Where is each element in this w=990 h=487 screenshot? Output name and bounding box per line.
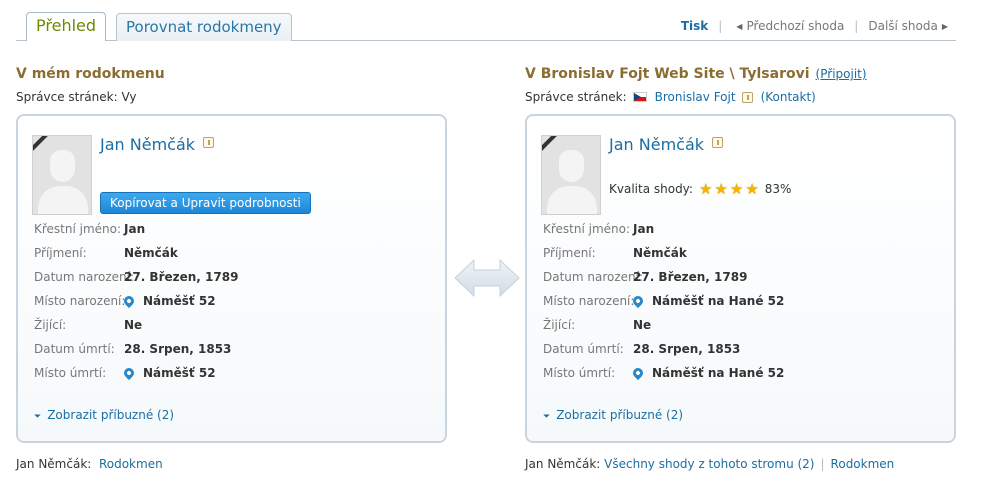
fact-label: Datum narození: [543, 270, 644, 284]
tab-overview[interactable]: Přehled [26, 12, 107, 41]
triangle-right-icon: ▶ [941, 22, 948, 31]
fact-label: Datum narození: [34, 270, 135, 284]
fact-value-place: Náměšť 52 [121, 365, 216, 381]
fact-value: Náměšť na Hané 52 [652, 294, 785, 308]
right-column-title: V Bronislav Fojt Web Site \ Tylsarovi (Př… [525, 66, 867, 82]
fact-label: Křestní jméno: [34, 222, 122, 236]
footer-person-name: Jan Němčák: [525, 457, 601, 471]
match-quality: Kvalita shody: ★ ★ ★ ★ 83% [609, 180, 791, 198]
fact-label: Příjmení: [34, 246, 87, 260]
person-name[interactable]: Jan Němčák [100, 135, 215, 154]
chevron-down-icon: ⏷ [543, 412, 551, 422]
contact-link[interactable]: (Kontakt) [761, 90, 816, 104]
person-name-text: Jan Němčák [609, 135, 705, 154]
fact-label: Místo úmrtí: [34, 366, 107, 380]
fact-value: Jan [124, 222, 146, 236]
separator: | [854, 19, 859, 33]
fact-label: Křestní jméno: [543, 222, 631, 236]
triangle-left-icon: ◀ [736, 22, 743, 31]
right-footer: Jan Němčák: Všechny shody z tohoto strom… [525, 457, 894, 471]
avatar [32, 135, 92, 215]
previous-match-label: Předchozí shoda [746, 19, 845, 33]
fact-value-place: Náměšť 52 [121, 293, 216, 309]
fact-label: Místo narození: [34, 294, 126, 308]
fact-value: 28. Srpen, 1853 [633, 342, 741, 356]
avatar [541, 135, 601, 215]
double-arrow-icon [454, 258, 520, 298]
next-match-label: Další shoda [868, 19, 938, 33]
top-links: Tisk | ◀ Předchozí shoda | Další shoda ▶ [681, 19, 952, 33]
info-icon [712, 137, 724, 148]
right-title-text: V Bronislav Fojt Web Site \ Tylsarovi [525, 66, 810, 82]
manager-label: Správce stránek: [525, 90, 627, 104]
fact-value: 27. Březen, 1789 [124, 270, 239, 284]
star-icon: ★ [729, 180, 744, 198]
right-manager: Správce stránek: Bronislav Fojt (Kontakt… [525, 90, 816, 104]
left-person-card: Jan Němčák Kopírovat a Upravit podrobnos… [16, 114, 447, 443]
fact-value: Ne [633, 318, 652, 332]
pin-icon [630, 293, 646, 309]
fact-value: Náměšť 52 [143, 366, 216, 380]
tab-compare-trees[interactable]: Porovnat rodokmeny [116, 13, 292, 41]
star-icon: ★ [745, 180, 759, 198]
copy-edit-button[interactable]: Kopírovat a Upravit podrobnosti [100, 192, 311, 214]
show-relatives-link[interactable]: ⏷ Zobrazit příbuzné (2) [543, 408, 683, 422]
fact-label: Datum úmrtí: [543, 342, 624, 356]
pin-icon [630, 365, 646, 381]
manager-name-link[interactable]: Bronislav Fojt [655, 90, 736, 104]
chevron-down-icon: ⏷ [34, 412, 42, 422]
fact-value: Náměšť na Hané 52 [652, 366, 785, 380]
pin-icon [121, 365, 137, 381]
manager-label: Správce stránek: [16, 90, 118, 104]
info-icon [203, 137, 215, 148]
star-icon: ★ [714, 180, 728, 198]
separator: | [718, 19, 723, 33]
manager-value: Vy [121, 90, 137, 104]
fact-label: Žijící: [543, 318, 576, 332]
pin-icon [121, 293, 137, 309]
show-relatives-link[interactable]: ⏷ Zobrazit příbuzné (2) [34, 408, 174, 422]
fact-label: Místo úmrtí: [543, 366, 616, 380]
quality-percent: 83% [764, 182, 792, 196]
czech-flag-icon [632, 92, 647, 102]
left-footer: Jan Němčák: Rodokmen [16, 457, 163, 471]
previous-match-link[interactable]: ◀ Předchozí shoda [732, 19, 844, 33]
info-icon [741, 91, 753, 103]
fact-value: Němčák [633, 246, 687, 260]
all-matches-link[interactable]: Všechny shody z tohoto stromu (2) [604, 457, 814, 471]
fact-label: Žijící: [34, 318, 67, 332]
fact-label: Příjmení: [543, 246, 596, 260]
quality-label: Kvalita shody: [609, 182, 693, 196]
join-link[interactable]: (Připojit) [816, 67, 867, 81]
left-column-title: V mém rodokmenu [16, 66, 165, 82]
quality-stars: ★ ★ ★ ★ [697, 180, 759, 198]
right-person-card: Jan Němčák Kvalita shody: ★ ★ ★ ★ 83% Křest… [525, 114, 956, 443]
next-match-link[interactable]: Další shoda ▶ [868, 19, 952, 33]
fact-value-place: Náměšť na Hané 52 [630, 293, 785, 309]
fact-value: Náměšť 52 [143, 294, 216, 308]
star-icon: ★ [698, 180, 713, 198]
separator: | [820, 457, 825, 471]
person-name-text: Jan Němčák [100, 135, 196, 154]
family-tree-link[interactable]: Rodokmen [831, 457, 895, 471]
fact-value: Ne [124, 318, 143, 332]
fact-label: Místo narození: [543, 294, 635, 308]
fact-value: 28. Srpen, 1853 [124, 342, 232, 356]
family-tree-link[interactable]: Rodokmen [99, 457, 163, 471]
left-manager: Správce stránek: Vy [16, 90, 136, 104]
fact-value: 27. Březen, 1789 [633, 270, 748, 284]
person-name[interactable]: Jan Němčák [609, 135, 724, 154]
relatives-label: Zobrazit příbuzné (2) [556, 408, 684, 422]
fact-value: Jan [633, 222, 655, 236]
relatives-label: Zobrazit příbuzné (2) [47, 408, 175, 422]
fact-value: Němčák [124, 246, 178, 260]
footer-person-name: Jan Němčák: [16, 457, 92, 471]
fact-value-place: Náměšť na Hané 52 [630, 365, 785, 381]
fact-label: Datum úmrtí: [34, 342, 115, 356]
print-link[interactable]: Tisk [681, 19, 708, 33]
